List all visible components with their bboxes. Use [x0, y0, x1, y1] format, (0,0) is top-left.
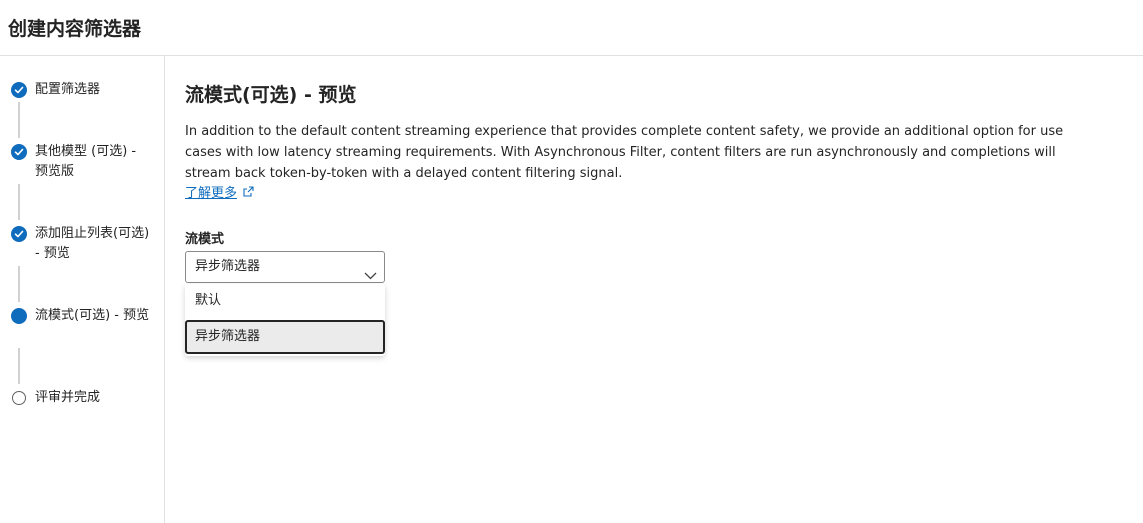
learn-more-link[interactable]: 了解更多 — [185, 184, 254, 204]
step-current-dot-icon — [11, 308, 27, 324]
step-complete-check-icon — [11, 144, 27, 160]
step-complete-check-icon — [11, 82, 27, 98]
step-pending-circle-icon — [12, 391, 26, 405]
step-complete-check-icon — [11, 226, 27, 242]
option-async-filter[interactable]: 异步筛选器 — [185, 320, 385, 354]
wizard-steps-sidebar: 配置筛选器 其他模型 (可选) - 预览版 添加阻止列表(可选) - 预览 流模… — [0, 56, 165, 523]
page-header-title: 创建内容筛选器 — [8, 18, 142, 40]
step-add-blocklist[interactable]: 添加阻止列表(可选) - 预览 — [35, 224, 153, 264]
streaming-mode-label: 流模式 — [185, 232, 225, 247]
select-value: 异步筛选器 — [195, 259, 261, 274]
step-connector — [18, 266, 20, 302]
step-streaming-mode[interactable]: 流模式(可选) - 预览 — [35, 306, 153, 326]
external-link-icon — [243, 184, 254, 204]
step-configure-filter[interactable]: 配置筛选器 — [35, 80, 153, 100]
step-connector — [18, 348, 20, 384]
step-connector — [18, 102, 20, 138]
option-default[interactable]: 默认 — [185, 284, 385, 318]
streaming-mode-dropdown: 默认 异步筛选器 — [185, 284, 385, 356]
step-other-models[interactable]: 其他模型 (可选) - 预览版 — [35, 142, 153, 182]
description-text: In addition to the default content strea… — [185, 124, 1064, 181]
step-connector — [18, 184, 20, 220]
section-title: 流模式(可选) - 预览 — [185, 84, 357, 106]
header: 创建内容筛选器 — [0, 0, 1143, 56]
step-review-finish[interactable]: 评审并完成 — [35, 388, 153, 408]
streaming-mode-select[interactable]: 异步筛选器 — [185, 251, 385, 283]
learn-more-label: 了解更多 — [185, 186, 238, 201]
